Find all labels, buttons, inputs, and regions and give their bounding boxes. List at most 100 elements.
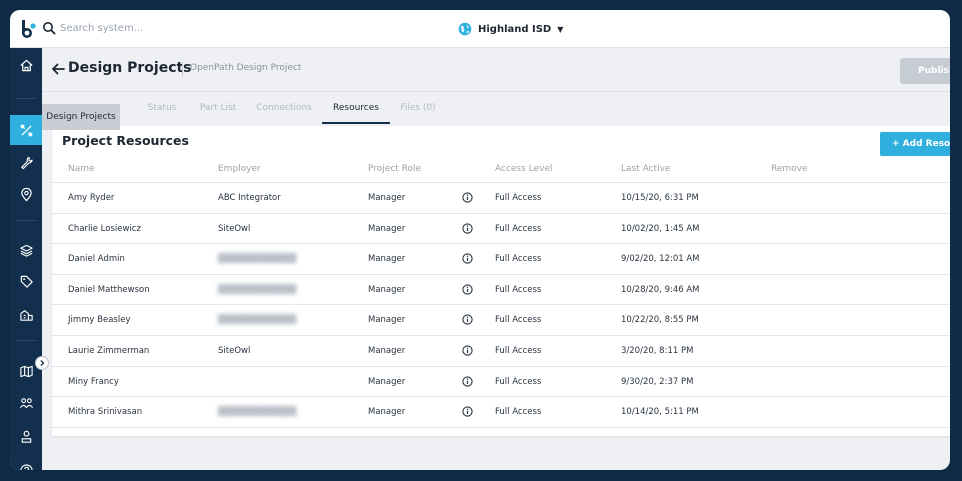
resource-role: Manager — [368, 407, 406, 418]
sidebar-item-users[interactable] — [10, 421, 42, 451]
table-row[interactable]: Daniel Matthewson ████████████ Manager Full… — [52, 275, 950, 306]
role-info-icon[interactable] — [462, 375, 473, 387]
resource-role: Manager — [368, 223, 406, 234]
resource-last-active: 10/15/20, 6:31 PM — [621, 193, 699, 203]
design-tools-icon — [20, 124, 32, 136]
resource-last-active: 9/30/20, 2:37 PM — [621, 376, 694, 387]
sidebar-tooltip: Design Projects — [42, 104, 120, 130]
sidebar-item-locations[interactable] — [10, 179, 42, 209]
resource-access-level: Full Access — [495, 193, 542, 203]
resource-employer: ABC Integrator — [218, 193, 281, 203]
table-row[interactable]: Daniel Admin ████████████ Manager Full Acce… — [52, 244, 950, 275]
project-name: OpenPath Design Project — [190, 63, 302, 73]
resource-access-level: Full Access — [495, 376, 542, 387]
column-header-project-role[interactable]: Project Role — [368, 164, 421, 174]
table-row[interactable]: Laurie Zimmerman SiteOwl Manager Full Acces… — [52, 336, 950, 367]
employer-redacted: ████████████ — [218, 315, 297, 326]
organization-name: Highland ISD — [478, 23, 552, 35]
resource-role: Manager — [368, 315, 406, 326]
sidebar — [10, 48, 42, 470]
resource-last-active: 10/28/20, 9:46 AM — [621, 284, 700, 295]
layers-icon — [19, 244, 33, 257]
page-title: Design Projects — [68, 60, 192, 76]
resource-employer: SiteOwl — [218, 223, 251, 234]
employer-redacted: ████████████ — [218, 254, 297, 265]
home-icon — [19, 59, 33, 71]
sidebar-item-tags[interactable] — [10, 266, 42, 296]
sidebar-item-buildings[interactable] — [10, 299, 42, 329]
resource-last-active: 10/14/20, 5:11 PM — [621, 407, 699, 418]
column-header-name[interactable]: Name — [68, 164, 95, 174]
resource-role: Manager — [368, 376, 406, 387]
page-header: Design Projects OpenPath Design Project … — [42, 48, 950, 92]
role-info-icon[interactable] — [462, 406, 473, 417]
card-title: Project Resources — [62, 133, 189, 148]
tab-connections[interactable]: Connections — [248, 92, 320, 124]
table-row[interactable]: Miny Francy Manager Full Access 9/30/20, 2:… — [52, 367, 950, 398]
role-info-icon[interactable] — [462, 253, 473, 264]
help-icon — [19, 463, 33, 470]
wrench-icon — [20, 156, 33, 169]
table-row[interactable]: Amy Ryder ABC Integrator Manager Full Acces… — [52, 183, 950, 214]
role-info-icon[interactable] — [462, 284, 473, 295]
app-logo-icon[interactable] — [17, 17, 39, 39]
resource-name: Laurie Zimmerman — [68, 346, 150, 356]
column-header-remove: Remove — [771, 164, 808, 174]
resource-last-active: 10/22/20, 8:55 PM — [621, 315, 699, 326]
resource-access-level: Full Access — [495, 346, 542, 356]
resource-name: Jimmy Beasley — [68, 315, 131, 326]
tab-resources[interactable]: Resources — [322, 92, 390, 124]
role-info-icon[interactable] — [462, 345, 473, 356]
back-arrow-icon[interactable] — [50, 61, 66, 77]
user-badge-icon — [21, 430, 31, 443]
sidebar-item-tools[interactable] — [10, 147, 42, 177]
resource-name: Daniel Matthewson — [68, 284, 150, 295]
people-icon — [19, 397, 33, 408]
table-row[interactable]: Jimmy Beasley ████████████ Manager Full Acc… — [52, 305, 950, 336]
sidebar-expand-toggle[interactable] — [35, 356, 49, 370]
search-icon[interactable] — [42, 21, 56, 35]
resource-last-active: 3/20/20, 8:11 PM — [621, 346, 694, 356]
organization-switcher[interactable]: Highland ISD ▼ — [458, 20, 563, 38]
column-header-employer[interactable]: Employer — [218, 164, 261, 174]
table-row[interactable]: Charlie Losiewicz SiteOwl Manager Full Acce… — [52, 214, 950, 245]
resource-access-level: Full Access — [495, 254, 542, 265]
resource-name: Miny Francy — [68, 376, 119, 387]
resource-name: Amy Ryder — [68, 193, 115, 203]
app-window: Highland ISD ▼ — [10, 10, 950, 470]
role-info-icon[interactable] — [462, 192, 473, 203]
publish-project-button[interactable]: Publish Pr — [900, 58, 950, 84]
caret-down-icon: ▼ — [557, 24, 564, 34]
role-info-icon[interactable] — [462, 222, 473, 234]
table-row[interactable]: Mithra Srinivasan ████████████ Manager Full… — [52, 397, 950, 428]
buildings-icon — [19, 309, 33, 321]
sidebar-item-home[interactable] — [10, 50, 42, 80]
column-header-last-active[interactable]: Last Active — [621, 164, 670, 174]
sidebar-item-layers[interactable] — [10, 235, 42, 265]
resource-employer: SiteOwl — [218, 346, 251, 356]
employer-redacted: ████████████ — [218, 407, 297, 418]
employer-redacted: ████████████ — [218, 284, 297, 295]
project-tabs: Status Part List Connections Resources F… — [42, 92, 950, 124]
role-info-icon[interactable] — [462, 314, 473, 326]
search-input[interactable] — [60, 18, 280, 38]
sidebar-item-design-projects[interactable] — [10, 115, 42, 145]
resource-access-level: Full Access — [495, 223, 542, 234]
project-resources-card: Project Resources + Add Resou Name Emplo… — [52, 126, 950, 436]
resource-name: Charlie Losiewicz — [68, 223, 141, 234]
sidebar-item-people[interactable] — [10, 388, 42, 418]
title-divider — [182, 62, 183, 76]
column-header-access-level[interactable]: Access Level — [495, 164, 552, 174]
top-bar: Highland ISD ▼ — [10, 10, 950, 48]
tab-files[interactable]: Files (0) — [392, 92, 444, 124]
sidebar-item-help[interactable] — [10, 455, 42, 470]
add-resource-button[interactable]: + Add Resou — [880, 132, 950, 156]
tab-part-list[interactable]: Part List — [190, 92, 246, 124]
globe-icon — [458, 22, 472, 36]
tab-status[interactable]: Status — [134, 92, 190, 124]
resource-last-active: 9/02/20, 12:01 AM — [621, 254, 700, 265]
tag-icon — [20, 275, 33, 288]
resource-role: Manager — [368, 193, 406, 203]
resource-access-level: Full Access — [495, 315, 542, 326]
map-icon — [19, 365, 33, 377]
